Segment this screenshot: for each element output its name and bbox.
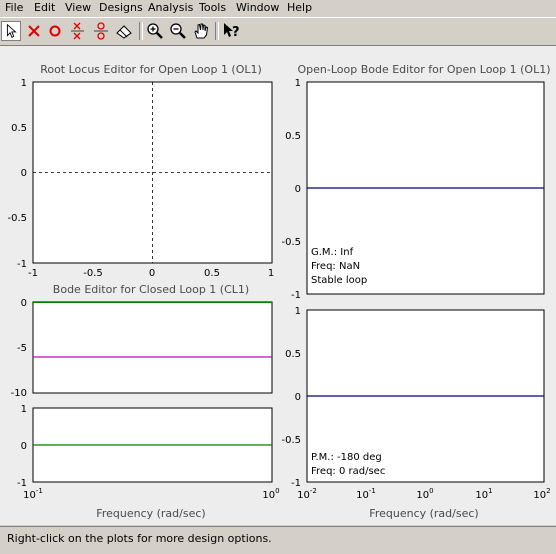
menu-bar: File Edit View Designs Analysis Tools Wi… [0,0,556,16]
ol-xtick: 10-1 [356,487,376,501]
open-loop-phase-y-ticks: 1 0.5 0 -0.5 -1 [281,306,301,489]
closed-loop-mag-axes[interactable] [32,301,273,394]
cl-xtick: 10-1 [23,487,43,501]
open-loop-mag-y-ticks: 1 0.5 0 -0.5 -1 [281,78,301,301]
open-loop-xlabel: Frequency (rad/sec) [369,507,478,520]
cl-phase-ytick: 0 [21,441,27,452]
open-loop-bode-title: Open-Loop Bode Editor for Open Loop 1 (O… [297,63,550,76]
ol-mag-ytick: 1 [295,78,301,89]
rl-xtick: 0 [149,268,155,279]
rl-ytick: 1 [21,78,27,89]
rl-xtick: 0.5 [204,268,220,279]
menu-tools[interactable]: Tools [199,1,226,14]
rl-xtick: -1 [28,268,38,279]
stability-label: Stable loop [311,275,367,286]
sisotool-canvas: Root Locus Editor for Open Loop 1 (OL1) … [0,46,556,525]
menu-edit[interactable]: Edit [34,1,55,14]
rl-ytick: -0.5 [7,213,27,224]
closed-loop-bode-title: Bode Editor for Closed Loop 1 (CL1) [53,283,249,296]
ol-mag-ytick: 0 [295,184,301,195]
ol-phase-ytick: -1 [291,478,301,489]
phase-margin-label: P.M.: -180 deg [311,452,382,463]
rl-xtick: -0.5 [83,268,103,279]
ol-mag-ytick: -0.5 [281,237,301,248]
gain-margin-label: G.M.: Inf [311,247,354,258]
cl-mag-ytick: 0 [21,298,27,309]
rl-ytick: 0 [21,168,27,179]
toolbar: ? [0,17,556,46]
select-arrow-icon[interactable] [1,21,21,41]
pan-hand-icon[interactable] [191,21,211,41]
ol-xtick: 101 [475,487,492,501]
toolbar-separator [139,22,143,40]
cl-mag-ytick: -10 [11,388,27,399]
gain-margin-freq-label: Freq: NaN [311,261,360,272]
add-zero-icon[interactable] [45,21,65,41]
menu-window[interactable]: Window [236,1,279,14]
closed-loop-mag-y-ticks: 0 -5 -10 [11,298,27,399]
add-complex-zero-icon[interactable] [91,21,111,41]
zoom-in-icon[interactable] [145,21,165,41]
toolbar-separator [215,22,219,40]
closed-loop-bode-editor[interactable]: Bode Editor for Closed Loop 1 (CL1) 0 -5… [11,283,280,520]
ol-xtick: 10-2 [297,487,317,501]
context-help-icon[interactable]: ? [222,21,242,41]
menu-file[interactable]: File [5,1,23,14]
ol-phase-ytick: 0 [295,392,301,403]
root-locus-x-ticks: -1 -0.5 0 0.5 1 [28,268,274,279]
closed-loop-phase-y-ticks: 1 0 -1 [17,404,27,489]
open-loop-x-ticks: 10-2 10-1 100 101 102 [297,487,550,501]
cl-phase-ytick: -1 [17,478,27,489]
menu-analysis[interactable]: Analysis [148,1,193,14]
svg-text:?: ? [232,25,240,40]
closed-loop-xlabel: Frequency (rad/sec) [96,507,205,520]
cl-mag-ytick: -5 [17,343,27,354]
menu-view[interactable]: View [65,1,91,14]
rl-ytick: 0.5 [11,123,27,134]
root-locus-y-ticks: 1 0.5 0 -0.5 -1 [7,78,27,270]
menu-designs[interactable]: Designs [99,1,143,14]
ol-xtick: 102 [533,487,550,501]
ol-phase-ytick: 1 [295,306,301,317]
ol-mag-ytick: -1 [291,290,301,301]
rl-xtick: 1 [268,268,274,279]
status-text: Right-click on the plots for more design… [7,532,272,545]
zoom-out-icon[interactable] [168,21,188,41]
closed-loop-x-ticks: 10-1 100 [23,487,279,501]
menu-help[interactable]: Help [287,1,312,14]
add-complex-pole-icon[interactable] [68,21,88,41]
eraser-icon[interactable] [114,21,134,41]
add-pole-icon[interactable] [24,21,44,41]
open-loop-bode-editor[interactable]: Open-Loop Bode Editor for Open Loop 1 (O… [281,63,550,520]
ol-xtick: 100 [416,487,433,501]
ol-mag-ytick: 0.5 [285,131,301,142]
root-locus-title: Root Locus Editor for Open Loop 1 (OL1) [40,63,262,76]
cl-xtick: 100 [262,487,279,501]
cl-phase-ytick: 1 [21,404,27,415]
phase-margin-freq-label: Freq: 0 rad/sec [311,466,385,477]
ol-phase-ytick: -0.5 [281,435,301,446]
status-bar: Right-click on the plots for more design… [0,526,556,554]
root-locus-editor[interactable]: Root Locus Editor for Open Loop 1 (OL1) … [7,63,274,279]
rl-ytick: -1 [17,259,27,270]
ol-phase-ytick: 0.5 [285,349,301,360]
